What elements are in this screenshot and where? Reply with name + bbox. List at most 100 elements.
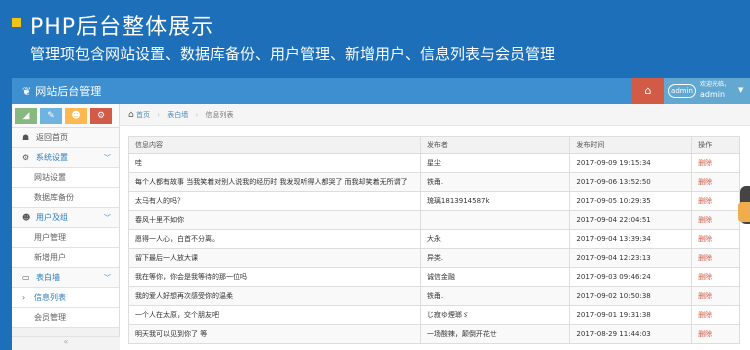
sidebar-item-site-settings[interactable]: 网站设置 [12, 168, 119, 188]
breadcrumb-section[interactable]: 表白墙 [167, 111, 188, 119]
table-row: 太马有人的吗？ 琉璃1813914587k 2017-09-05 10:29:35 删… [128, 191, 740, 211]
cell-publisher: 异类. [419, 248, 571, 268]
cell-content: 一个人在太原，交个朋友吧 [128, 305, 421, 325]
breadcrumb-separator: › [195, 111, 199, 119]
pencil-icon[interactable]: ✎ [40, 108, 62, 124]
table-row: 愿得一人心，白首不分离。 大永 2017-09-04 13:39:34 删除 [128, 229, 740, 249]
welcome-text: 欢迎光临， [700, 81, 731, 88]
brand[interactable]: ❦ 网站后台管理 [22, 83, 101, 99]
sidebar-item-label: 数据库备份 [34, 193, 74, 202]
table-header-row: 信息内容 发布者 发布时间 操作 [128, 136, 740, 154]
cell-time: 2017-09-06 13:52:50 [569, 172, 693, 192]
double-angle-left-icon: « [63, 337, 69, 346]
sidebar-item-label: 返回首页 [36, 133, 68, 142]
sidebar-item-label: 会员管理 [34, 313, 66, 322]
cell-time: 2017-09-03 09:46:24 [569, 267, 693, 287]
sidebar-item-info-list[interactable]: › 信息列表 [12, 288, 119, 308]
breadcrumb-separator: › [157, 111, 160, 119]
column-header: 发布时间 [569, 136, 693, 154]
cell-content: 明天我可以见到你了 等 [128, 324, 421, 344]
cell-time: 2017-09-02 10:50:38 [569, 286, 693, 306]
user-menu[interactable]: admin 欢迎光临， admin ▼ [664, 78, 750, 104]
sidebar-item-user-management[interactable]: 用户管理 [12, 228, 119, 248]
desktop-icon: ▭ [22, 273, 30, 282]
signal-icon[interactable]: ◢ [15, 108, 37, 124]
dashboard-icon: ☗ [22, 133, 30, 142]
caret-right-icon: › [22, 293, 26, 302]
cell-publisher: 铁甬. [419, 286, 571, 306]
sidebar-item-confession-wall[interactable]: ▭ 表白墙 ﹀ [12, 268, 119, 288]
slide-header: PHP后台整体展示 管理项包含网站设置、数据库备份、用户管理、新增用户、信息列表… [0, 0, 750, 78]
home-icon: ⌂ [128, 110, 134, 120]
delete-link[interactable]: 删除 [691, 191, 740, 211]
sidebar-item-label: 表白墙 [36, 273, 60, 282]
sidebar-item-label: 用户管理 [34, 233, 66, 242]
table-row: 一个人在太原，交个朋友吧 じ寂ゆ煙瑯ゞ 2017-09-01 19:31:38 删除 [128, 305, 740, 325]
cell-time: 2017-09-04 12:23:13 [569, 248, 693, 268]
title-bullet [12, 18, 21, 27]
cell-publisher: 一场酸辣，颠倒开花ㄝ [419, 324, 571, 344]
avatar: admin [668, 84, 696, 98]
cell-time: 2017-08-29 11:44:03 [569, 324, 693, 344]
cell-content: 每个人都有故事 当我笑着对别人说我的经历时 我发现听得人都哭了 而我却笑着无所谓… [128, 172, 421, 192]
users-icon: ☻ [22, 213, 31, 222]
home-icon: ⌂ [644, 84, 652, 97]
cell-content: 太马有人的吗？ [128, 191, 421, 211]
table-row: 我的爱人好想再次感受你的温柔 铁甬. 2017-09-02 10:50:38 删除 [128, 286, 740, 306]
delete-link[interactable]: 删除 [691, 210, 740, 230]
breadcrumb: ⌂ 首页 › 表白墙 › 信息列表 [120, 104, 750, 126]
sidebar-item-users-groups[interactable]: ☻ 用户及组 ﹀ [12, 208, 119, 228]
caret-down-icon: ▼ [738, 86, 744, 94]
cell-publisher: 星尘 [419, 153, 571, 173]
column-header: 信息内容 [128, 136, 421, 154]
sidebar-item-label: 网站设置 [34, 173, 66, 182]
cell-time: 2017-09-04 13:39:34 [569, 229, 693, 249]
delete-link[interactable]: 删除 [691, 153, 740, 173]
top-navbar: ❦ 网站后台管理 ⌂ admin 欢迎光临， admin ▼ [12, 78, 750, 104]
username: admin [700, 90, 726, 99]
table-row: 我在等你，你会是我等待的那一位吗 诚信金融 2017-09-03 09:46:24 删… [128, 267, 740, 287]
sidebar-item-label: 信息列表 [34, 293, 66, 302]
chevron-down-icon: ﹀ [104, 154, 111, 162]
slide-subtitle: 管理项包含网站设置、数据库备份、用户管理、新增用户、信息列表与会员管理 [30, 45, 556, 63]
delete-link[interactable]: 删除 [691, 324, 740, 344]
cell-publisher [419, 210, 571, 230]
info-table-container: 信息内容 发布者 发布时间 操作 哇星尘 2017-09-09 19:15:34 删… [128, 136, 740, 344]
table-row: 留下最后一人放大课 异类. 2017-09-04 12:23:13 删除 [128, 248, 740, 268]
cell-publisher: 琉璃1813914587k [419, 191, 571, 211]
table-row: 春风十里不如你 2017-09-04 22:04:51 删除 [128, 210, 740, 230]
delete-link[interactable]: 删除 [691, 172, 740, 192]
sidebar-item-system-settings[interactable]: ⚙ 系统设置 ﹀ [12, 148, 119, 168]
cell-content: 留下最后一人放大课 [128, 248, 421, 268]
delete-link[interactable]: 删除 [691, 305, 740, 325]
table-row: 明天我可以见到你了 等一场酸辣，颠倒开花ㄝ 2017-08-29 11:44:03… [128, 324, 740, 344]
cell-publisher: 诚信金融 [419, 267, 571, 287]
breadcrumb-home[interactable]: 首页 [136, 111, 150, 119]
table-row: 哇星尘 2017-09-09 19:15:34 删除 [128, 153, 740, 173]
delete-link[interactable]: 删除 [691, 267, 740, 287]
cell-time: 2017-09-04 22:04:51 [569, 210, 693, 230]
cell-content: 春风十里不如你 [128, 210, 421, 230]
sidebar-shortcuts: ◢ ✎ ☻ ⚙ [12, 104, 119, 128]
table-row: 每个人都有故事 当我笑着对别人说我的经历时 我发现听得人都哭了 而我却笑着无所谓… [128, 172, 740, 192]
chevron-down-icon: ﹀ [104, 214, 111, 222]
cell-content: 愿得一人心，白首不分离。 [128, 229, 421, 249]
delete-link[interactable]: 删除 [691, 248, 740, 268]
sidebar-item-add-user[interactable]: 新增用户 [12, 248, 119, 268]
gear-icon: ⚙ [22, 153, 30, 162]
cell-content: 我的爱人好想再次感受你的温柔 [128, 286, 421, 306]
sidebar-item-member-management[interactable]: 会员管理 [12, 308, 119, 328]
group-icon[interactable]: ☻ [65, 108, 87, 124]
sidebar-item-db-backup[interactable]: 数据库备份 [12, 188, 119, 208]
settings-gear-icon[interactable] [738, 202, 750, 222]
sidebar-item-home[interactable]: ☗ 返回首页 [12, 128, 119, 148]
column-header: 操作 [691, 136, 740, 154]
home-button[interactable]: ⌂ [632, 78, 664, 104]
sidebar-item-label: 用户及组 [36, 213, 68, 222]
breadcrumb-current: 信息列表 [205, 111, 234, 119]
cell-publisher: 铁甬. [419, 172, 571, 192]
delete-link[interactable]: 删除 [691, 229, 740, 249]
sidebar-collapse-button[interactable]: « [12, 336, 120, 350]
delete-link[interactable]: 删除 [691, 286, 740, 306]
cogs-icon[interactable]: ⚙ [90, 108, 112, 124]
